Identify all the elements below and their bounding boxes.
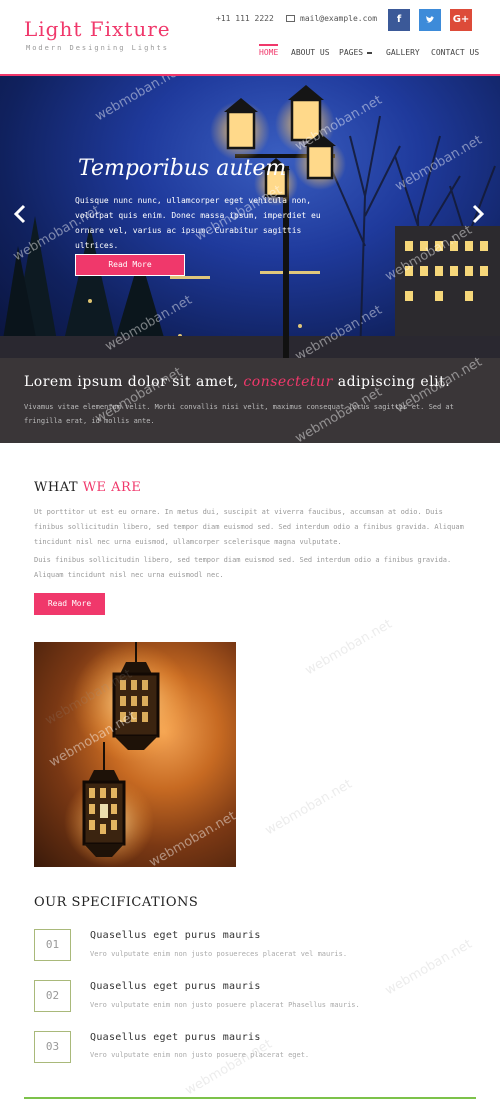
banner-heading-start: Lorem ipsum dolor sit amet, — [24, 374, 239, 390]
about-title-start: WHAT — [34, 480, 79, 495]
spec-number: 03 — [34, 1031, 71, 1063]
specs-title: OUR SPECIFICATIONS — [34, 895, 199, 910]
nav-gallery[interactable]: GALLERY — [386, 48, 420, 57]
lantern-image: webmoban.net webmoban.net — [34, 642, 236, 867]
twitter-button[interactable] — [419, 9, 441, 31]
slider-next-button[interactable] — [472, 204, 485, 229]
about-paragraph-2: Duis finibus sollicitudin libero, sed te… — [34, 556, 452, 579]
contact-email-text: mail@example.com — [300, 14, 378, 23]
nav-about[interactable]: ABOUT US — [291, 48, 330, 57]
about-read-more-button[interactable]: Read More — [34, 593, 105, 615]
banner-heading-accent: consectetur — [243, 374, 333, 390]
chevron-left-icon — [13, 204, 26, 224]
hero-text: Quisque nunc nunc, ullamcorper eget vehi… — [75, 196, 321, 250]
about-title-accent: WE ARE — [82, 480, 142, 495]
nav-pages[interactable]: PAGES — [339, 48, 373, 57]
footer-divider — [24, 1097, 476, 1099]
about-paragraph-1: Ut porttitor ut est eu ornare. In metus … — [34, 508, 464, 546]
spec-title: Quasellus eget purus mauris — [90, 981, 261, 992]
watermark-text: webmoban.net — [382, 936, 475, 999]
dropdown-icon — [367, 51, 373, 54]
banner-heading: Lorem ipsum dolor sit amet, consectetur … — [24, 374, 450, 390]
banner-text: Vivamus vitae elementum velit. Morbi con… — [24, 403, 454, 425]
contact-phone: +11 111 2222 — [216, 14, 274, 23]
slider-prev-button[interactable] — [13, 204, 26, 229]
spec-number: 02 — [34, 980, 71, 1012]
hero-read-more-button[interactable]: Read More — [75, 254, 185, 276]
spec-description: Vero vulputate enim non justo posuereces… — [90, 950, 348, 958]
spec-title: Quasellus eget purus mauris — [90, 930, 261, 941]
nav-pages-label: PAGES — [339, 48, 364, 57]
site-logo-title[interactable]: Light Fixture — [24, 17, 171, 41]
lantern-picture — [64, 642, 192, 867]
spec-title: Quasellus eget purus mauris — [90, 1032, 261, 1043]
facebook-button[interactable]: f — [388, 9, 410, 31]
intro-banner: Lorem ipsum dolor sit amet, consectetur … — [0, 355, 500, 446]
about-title: WHAT WE ARE — [34, 480, 141, 495]
watermark-text: webmoban.net — [262, 776, 355, 839]
spec-description: Vero vulputate enim non justo posuere pl… — [90, 1001, 360, 1009]
spec-description: Vero vulputate enim non justo posuere pl… — [90, 1051, 310, 1059]
hero-slider: webmoban.net webmoban.net webmoban.net w… — [0, 76, 500, 358]
nav-home[interactable]: HOME — [259, 44, 279, 57]
watermark-text: webmoban.net — [302, 616, 395, 679]
contact-email[interactable]: mail@example.com — [286, 14, 377, 23]
twitter-icon — [426, 16, 434, 23]
facebook-icon: f — [396, 14, 402, 25]
nav-contact[interactable]: CONTACT US — [431, 48, 479, 57]
site-tagline: Modern Designing Lights — [26, 44, 169, 52]
watermark-text: webmoban.net — [182, 1036, 275, 1099]
hero-title: Temporibus autem — [78, 156, 287, 181]
spec-number: 01 — [34, 929, 71, 961]
chevron-right-icon — [472, 204, 485, 224]
site-header: Light Fixture Modern Designing Lights +1… — [0, 0, 500, 76]
google-plus-icon: G+ — [452, 14, 470, 25]
google-plus-button[interactable]: G+ — [450, 9, 472, 31]
mail-icon — [286, 15, 295, 22]
banner-heading-end: adipiscing elit. — [337, 374, 451, 390]
